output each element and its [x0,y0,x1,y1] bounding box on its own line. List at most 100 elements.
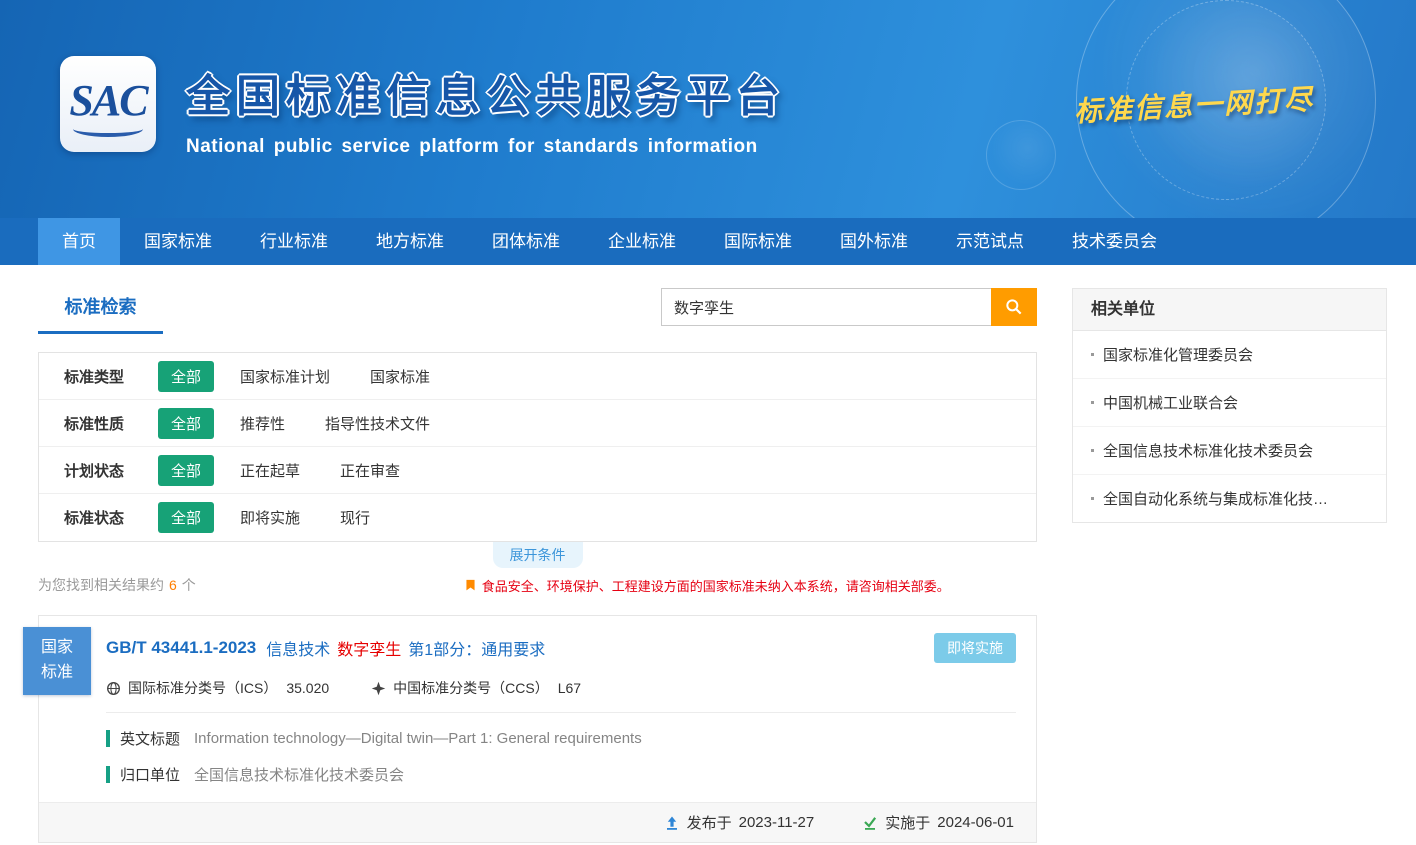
dept-row: 归口单位 全国信息技术标准化技术委员会 [106,764,1016,785]
nav-item-pilot[interactable]: 示范试点 [932,218,1048,265]
badge-line2: 标准 [41,661,73,686]
publish-icon [664,815,680,831]
nav-item-foreign-standards[interactable]: 国外标准 [816,218,932,265]
ics-item: 国际标准分类号（ICS） 35.020 [106,678,329,698]
dept-value: 全国信息技术标准化技术委员会 [194,764,404,785]
filter-option[interactable]: 正在审查 [340,460,400,481]
classification-row: 国际标准分类号（ICS） 35.020 中国标准分类号（CCS） L67 [106,663,1016,713]
notice-text: 食品安全、环境保护、工程建设方面的国家标准未纳入本系统，请咨询相关部委。 [482,576,950,595]
bullet-dot [1091,353,1094,356]
teal-bar [106,730,110,747]
standard-title-row: GB/T 43441.1-2023 信息技术 数字孪生 第1部分：通用要求 即将… [39,616,1036,663]
filter-all-button[interactable]: 全部 [158,502,214,533]
filter-row-type: 标准类型 全部 国家标准计划 国家标准 [39,353,1036,400]
sac-logo[interactable]: SAC [60,56,156,152]
filter-all-button[interactable]: 全部 [158,408,214,439]
results-summary-row: 为您找到相关结果约 6 个 食品安全、环境保护、工程建设方面的国家标准未纳入本系… [38,575,1037,595]
search-button[interactable] [991,288,1037,326]
filter-option[interactable]: 国家标准 [370,366,430,387]
ics-value: 35.020 [286,680,329,696]
filter-option[interactable]: 正在起草 [240,460,300,481]
filter-option[interactable]: 指导性技术文件 [325,413,430,434]
filter-label: 计划状态 [64,460,144,481]
expand-conditions-button[interactable]: 展开条件 [493,542,583,568]
sidebar-item-label: 全国自动化系统与集成标准化技… [1103,488,1328,509]
nav-item-international-standards[interactable]: 国际标准 [700,218,816,265]
filter-row-standard-status: 标准状态 全部 即将实施 现行 [39,494,1036,541]
results-summary-suffix: 个 [182,575,196,595]
globe-icon [106,681,121,696]
filter-option[interactable]: 国家标准计划 [240,366,330,387]
badge-line1: 国家 [41,636,73,661]
standard-title-highlight[interactable]: 数字孪生 [337,636,401,660]
sidebar-item-label: 全国信息技术标准化技术委员会 [1103,440,1313,461]
filter-row-nature: 标准性质 全部 推荐性 指导性技术文件 [39,400,1036,447]
left-column: 标准检索 标准类型 全部 国家标准计划 国家标准 [38,288,1037,843]
sidebar-item-label: 中国机械工业联合会 [1103,392,1238,413]
sidebar-item-it-committee[interactable]: 全国信息技术标准化技术委员会 [1073,427,1386,475]
english-title-row: 英文标题 Information technology—Digital twin… [106,728,1016,749]
bullet-dot [1091,449,1094,452]
related-units-panel: 相关单位 国家标准化管理委员会 中国机械工业联合会 全国信息技术标准化技术委员会… [1072,288,1387,523]
standard-code-link[interactable]: GB/T 43441.1-2023 [106,638,256,658]
sidebar-item-machinery[interactable]: 中国机械工业联合会 [1073,379,1386,427]
card-footer: 发布于 2023-11-27 实施于 2024-06-01 [39,802,1036,842]
flag-icon [464,578,477,593]
filter-option[interactable]: 即将实施 [240,507,300,528]
filter-label: 标准性质 [64,413,144,434]
sac-logo-swoosh [73,121,143,137]
implement-date: 2024-06-01 [937,814,1014,831]
publish-date-item: 发布于 2023-11-27 [664,812,815,833]
sidebar-item-automation-committee[interactable]: 全国自动化系统与集成标准化技… [1073,475,1386,522]
implement-date-item: 实施于 2024-06-01 [862,812,1014,833]
ics-label: 国际标准分类号（ICS） [128,678,277,698]
bullet-dot [1091,497,1094,500]
sac-logo-text: SAC [69,75,146,126]
site-titles: 全国标准信息公共服务平台 National public service pla… [186,60,786,158]
tab-standard-search[interactable]: 标准检索 [38,288,163,334]
expand-row: 展开条件 [38,542,1037,568]
publish-date: 2023-11-27 [739,814,815,831]
filter-option[interactable]: 推荐性 [240,413,285,434]
standard-title-part[interactable]: 信息技术 [266,636,330,660]
main-nav: 首页 国家标准 行业标准 地方标准 团体标准 企业标准 国际标准 国外标准 示范… [0,218,1416,265]
site-subtitle: National public service platform for sta… [186,136,786,158]
filter-row-plan-status: 计划状态 全部 正在起草 正在审查 [39,447,1036,494]
nav-item-technical-committee[interactable]: 技术委员会 [1048,218,1181,265]
search-group [661,288,1037,326]
sidebar-item-sac[interactable]: 国家标准化管理委员会 [1073,331,1386,379]
english-title-value: Information technology—Digital twin—Part… [194,730,642,747]
site-header: SAC 全国标准信息公共服务平台 National public service… [0,0,1416,218]
standard-result-card: 国家 标准 GB/T 43441.1-2023 信息技术 数字孪生 第1部分：通… [38,615,1037,843]
site-title: 全国标准信息公共服务平台 [186,60,786,124]
bullet-dot [1091,401,1094,404]
national-standard-badge: 国家 标准 [23,627,91,695]
filter-box: 标准类型 全部 国家标准计划 国家标准 标准性质 全部 推荐性 指导性技术文件 … [38,352,1037,542]
nav-item-home[interactable]: 首页 [38,218,120,265]
right-column: 相关单位 国家标准化管理委员会 中国机械工业联合会 全国信息技术标准化技术委员会… [1072,288,1387,843]
english-title-label: 英文标题 [120,728,180,749]
related-units-title: 相关单位 [1073,289,1386,331]
nav-item-local-standards[interactable]: 地方标准 [352,218,468,265]
filter-label: 标准类型 [64,366,144,387]
sidebar-item-label: 国家标准化管理委员会 [1103,344,1253,365]
filter-option[interactable]: 现行 [340,507,370,528]
filter-label: 标准状态 [64,507,144,528]
standard-title-rest[interactable]: 第1部分：通用要求 [408,636,545,660]
nav-item-national-standards[interactable]: 国家标准 [120,218,236,265]
compass-icon [371,681,386,696]
nav-item-group-standards[interactable]: 团体标准 [468,218,584,265]
teal-bar [106,766,110,783]
search-input[interactable] [661,288,991,326]
nav-item-enterprise-standards[interactable]: 企业标准 [584,218,700,265]
implement-check-icon [862,815,878,831]
ccs-label: 中国标准分类号（CCS） [393,678,549,698]
publish-label: 发布于 [687,812,732,833]
search-section: 标准检索 [38,288,1037,334]
dept-label: 归口单位 [120,764,180,785]
filter-all-button[interactable]: 全部 [158,361,214,392]
notice: 食品安全、环境保护、工程建设方面的国家标准未纳入本系统，请咨询相关部委。 [464,576,950,595]
filter-all-button[interactable]: 全部 [158,455,214,486]
ccs-value: L67 [558,680,581,696]
nav-item-industry-standards[interactable]: 行业标准 [236,218,352,265]
